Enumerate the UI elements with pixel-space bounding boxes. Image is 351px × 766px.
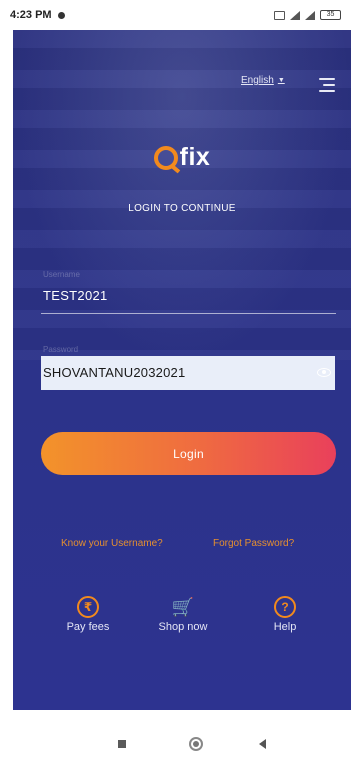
shop-now-label: Shop now xyxy=(158,621,208,633)
language-label: English xyxy=(241,75,274,86)
know-username-link[interactable]: Know your Username? xyxy=(61,538,163,549)
signal-strength-icon xyxy=(305,10,315,20)
system-nav-bar xyxy=(0,710,351,766)
show-password-icon[interactable] xyxy=(317,368,331,377)
logo-q-icon xyxy=(153,145,178,170)
caret-down-icon: ▼ xyxy=(277,77,285,84)
battery-icon: 35 xyxy=(320,10,341,20)
status-time: 4:23 PM xyxy=(10,9,52,21)
pay-fees-action[interactable]: ₹ Pay fees xyxy=(53,596,123,633)
classroom-background xyxy=(13,30,351,360)
notification-dot-icon xyxy=(57,11,65,19)
login-subtitle: LOGIN TO CONTINUE xyxy=(128,203,236,214)
recents-button[interactable] xyxy=(118,740,126,748)
rupee-icon: ₹ xyxy=(77,596,99,618)
home-button[interactable] xyxy=(189,737,203,751)
help-icon: ? xyxy=(274,596,296,618)
menu-icon[interactable] xyxy=(319,78,335,92)
qfix-logo: fix xyxy=(13,143,351,172)
username-label: Username xyxy=(43,270,80,279)
login-button[interactable]: Login xyxy=(41,432,336,475)
back-button[interactable] xyxy=(259,739,266,749)
help-label: Help xyxy=(273,621,297,633)
pay-fees-label: Pay fees xyxy=(66,621,110,633)
username-input[interactable]: TEST2021 xyxy=(43,288,108,303)
password-label: Password xyxy=(43,345,79,354)
forgot-password-link[interactable]: Forgot Password? xyxy=(213,538,294,549)
image-notification-icon xyxy=(274,10,285,20)
signal-icon xyxy=(290,10,300,20)
status-bar: 4:23 PM 35 xyxy=(0,0,351,30)
cart-icon: 🛒 xyxy=(171,597,195,617)
login-screen: English ▼ fix LOGIN TO CONTINUE Username… xyxy=(13,30,351,710)
status-icons: 35 xyxy=(274,10,341,20)
password-input[interactable]: SHOVANTANU2032021 xyxy=(41,356,335,390)
password-value: SHOVANTANU2032021 xyxy=(43,365,186,380)
logo-text: fix xyxy=(179,143,211,171)
language-selector[interactable]: English ▼ xyxy=(241,75,285,86)
shop-now-action[interactable]: 🛒 Shop now xyxy=(148,596,218,633)
help-action[interactable]: ? Help xyxy=(250,596,320,633)
username-underline xyxy=(41,313,336,314)
